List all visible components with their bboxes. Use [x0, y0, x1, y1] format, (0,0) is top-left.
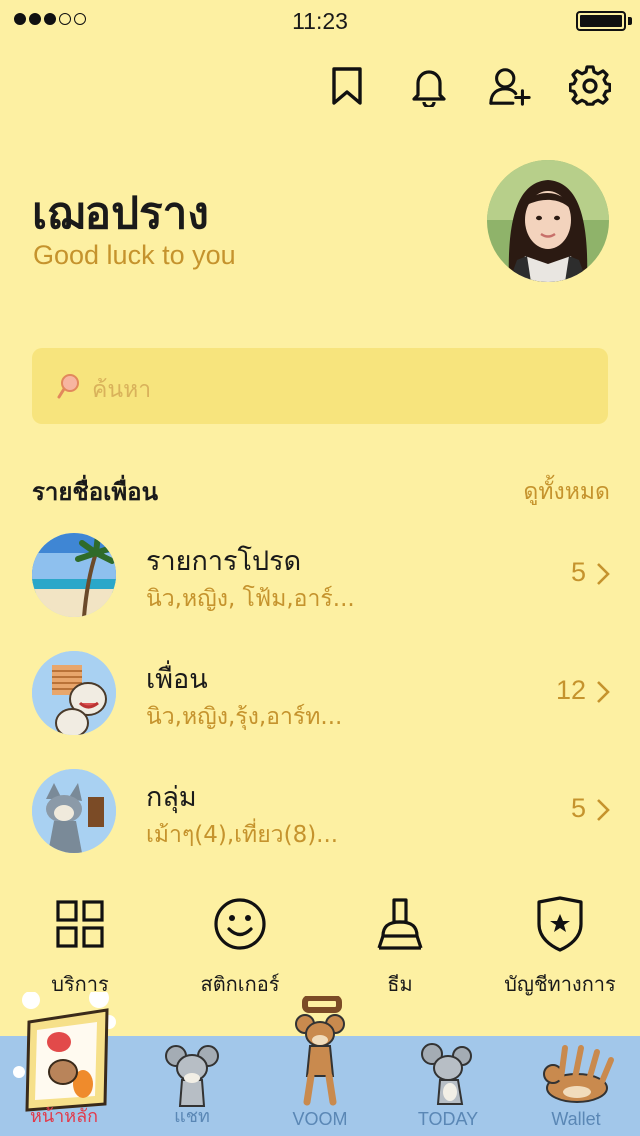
battery-icon — [576, 11, 626, 31]
voom-tab-icon — [295, 996, 345, 1106]
gear-icon[interactable] — [568, 64, 612, 108]
profile-name[interactable]: เฌอปราง — [32, 178, 209, 248]
stickers-shortcut[interactable]: สติกเกอร์ — [160, 894, 320, 1004]
services-shortcut[interactable]: บริการ — [0, 894, 160, 1004]
wallet-tab-icon — [543, 1045, 614, 1103]
profile-status-message[interactable]: Good luck to you — [33, 240, 236, 271]
list-item-friends[interactable]: เพื่อน นิว,หญิง,รุ้ง,อาร์ท... 12 — [0, 651, 640, 751]
today-tab-icon — [421, 1043, 472, 1105]
list-item-favorites[interactable]: รายการโปรด นิว,หญิง, โฟ้ม,อาร์... 5 — [0, 533, 640, 633]
tab-chats[interactable]: แชท — [128, 1036, 256, 1136]
tab-wallet[interactable]: Wallet — [512, 1036, 640, 1136]
themes-shortcut[interactable]: ธีม — [320, 894, 480, 1004]
search-placeholder: ค้นหา — [92, 377, 152, 403]
tab-wallet-label: Wallet — [551, 1109, 601, 1129]
favorites-thumbnail — [32, 533, 116, 617]
friends-section-title: รายชื่อเพื่อน — [32, 478, 158, 506]
profile-avatar[interactable] — [487, 160, 609, 282]
official-accounts-shortcut[interactable]: บัญชีทางการ — [480, 894, 640, 1004]
list-item-subtitle: นิว,หญิง,รุ้ง,อาร์ท... — [146, 704, 343, 730]
brush-icon — [370, 894, 430, 954]
friends-thumbnail — [32, 651, 116, 735]
list-item-count: 12 — [555, 675, 586, 705]
bottom-tab-bar: หน้าหลัก แชท VOOM TODAY Wallet — [0, 992, 640, 1136]
grid-icon — [50, 894, 110, 954]
list-item-subtitle: นิว,หญิง, โฟ้ม,อาร์... — [146, 586, 355, 612]
chats-tab-icon — [165, 1045, 219, 1107]
list-item-title: เพื่อน — [146, 664, 208, 695]
shield-star-icon — [530, 894, 590, 954]
list-item-subtitle: เม้าๆ(4),เที่ยว(8)... — [146, 822, 339, 848]
chevron-right-icon — [596, 680, 610, 708]
official-accounts-label: บัญชีทางการ — [504, 972, 616, 996]
bookmark-icon[interactable] — [325, 64, 369, 108]
search-icon — [56, 372, 82, 404]
see-all-link[interactable]: ดูทั้งหมด — [523, 474, 610, 510]
add-friend-icon[interactable] — [488, 64, 532, 108]
tab-voom[interactable]: VOOM — [256, 996, 384, 1136]
tab-home[interactable]: หน้าหลัก — [0, 992, 128, 1136]
search-bar[interactable]: ค้นหา — [32, 348, 608, 424]
list-item-title: กลุ่ม — [146, 782, 197, 813]
groups-thumbnail — [32, 769, 116, 853]
tab-today-label: TODAY — [417, 1109, 479, 1129]
smiley-icon — [210, 894, 270, 954]
tab-chats-label: แชท — [174, 1106, 210, 1126]
chevron-right-icon — [596, 798, 610, 826]
status-time: 11:23 — [292, 8, 348, 34]
list-item-title: รายการโปรด — [146, 546, 302, 577]
list-item-groups[interactable]: กลุ่ม เม้าๆ(4),เที่ยว(8)... 5 — [0, 769, 640, 869]
tab-today[interactable]: TODAY — [384, 1036, 512, 1136]
status-bar: 11:23 — [0, 0, 640, 40]
list-item-count: 5 — [570, 557, 586, 587]
chevron-right-icon — [596, 562, 610, 590]
list-item-count: 5 — [570, 793, 586, 823]
tab-voom-label: VOOM — [292, 1109, 348, 1129]
bell-icon[interactable] — [407, 64, 451, 108]
tab-home-label: หน้าหลัก — [29, 1106, 99, 1126]
